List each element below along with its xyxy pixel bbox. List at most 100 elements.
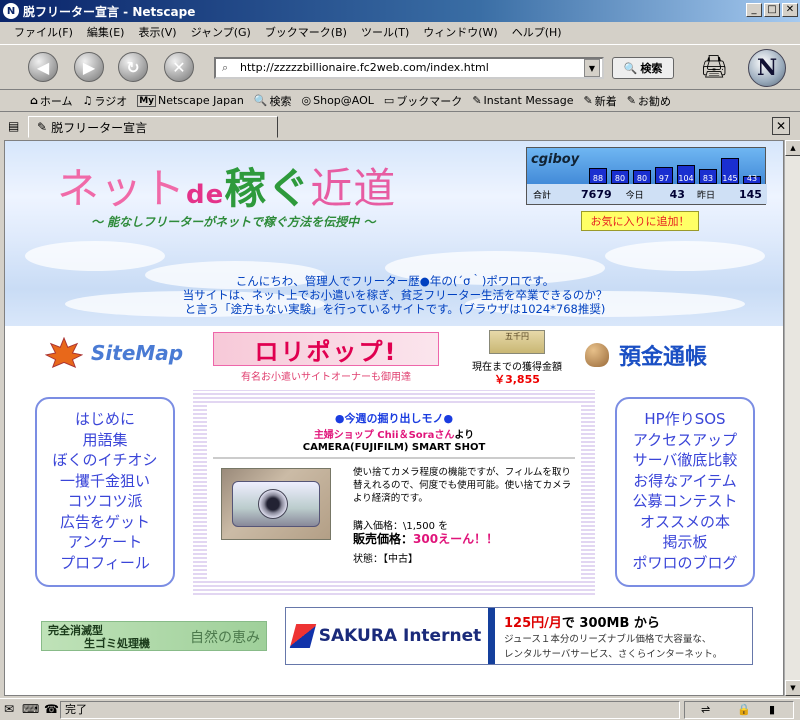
bookmark-folder[interactable]: ▭ ブックマーク: [384, 93, 462, 109]
stop-button[interactable]: ✕: [164, 52, 194, 82]
close-button[interactable]: ✕: [782, 3, 798, 17]
magnifier-icon: 🔍: [623, 61, 638, 75]
shop-aol-bookmark[interactable]: ◎ Shop@AOL: [302, 94, 374, 107]
counter-bar-label: 83: [702, 174, 714, 183]
feature-shop: 主婦ショップ Chii＆Soraさんより: [313, 430, 475, 441]
my-icon: My: [137, 94, 157, 107]
new-arrivals-bookmark[interactable]: ✎ 新着: [584, 93, 617, 109]
right-navigation: HP作りSOS アクセスアップ サーバ徹底比較 お得なアイテム 公募コンテスト …: [615, 397, 755, 587]
nav-contests[interactable]: 公募コンテスト: [617, 491, 753, 512]
garbage-disposer-banner[interactable]: 完全消滅型 生ゴミ処理機 自然の恵み: [41, 621, 267, 651]
money-bag-icon: [585, 343, 609, 367]
print-icon[interactable]: 🖨: [700, 55, 728, 80]
url-dropdown-button[interactable]: ▼: [584, 59, 600, 77]
tab-current[interactable]: ✎ 脱フリーター宣言: [28, 116, 278, 138]
minimize-button[interactable]: _: [746, 3, 762, 17]
counter-total: 7679: [581, 187, 612, 201]
lollipop-banner[interactable]: ロリポップ!: [213, 332, 439, 366]
netscape-logo-icon: N: [3, 3, 19, 19]
nav-ads[interactable]: 広告をゲット: [37, 512, 173, 533]
site-header: ネットde稼ぐ近道 ～ 能なしフリーターがネットで稼ぐ方法を伝授中 ～ cgib…: [5, 141, 783, 326]
window-title: 脱フリーター宣言 - Netscape: [23, 4, 196, 19]
banknote-icon: 五千円: [489, 330, 545, 354]
menu-bar: ファイル(F) 編集(E) 表示(V) ジャンプ(G) ブックマーク(B) ツー…: [0, 22, 800, 42]
feature-sale-price: 販売価格：300えーん！！: [353, 532, 499, 546]
connection-icon: ⇌: [701, 703, 711, 716]
sakura-internet-banner[interactable]: SAKURA Internet 125円/月で 300MB から ジュース１本分…: [285, 607, 753, 665]
menu-edit[interactable]: 編集(E): [87, 24, 125, 40]
site-logo[interactable]: ネットde稼ぐ近道: [57, 155, 396, 216]
status-bar: ✉ ⌨ ☎ 完了 ⇌ 🔒 ▮: [0, 698, 800, 720]
nav-glossary[interactable]: 用語集: [37, 430, 173, 451]
aol-icon: ◎: [301, 94, 312, 107]
bankbook-link[interactable]: 預金通帳: [585, 339, 707, 371]
scroll-down-button[interactable]: ▼: [785, 680, 800, 696]
nav-survey[interactable]: アンケート: [37, 532, 173, 553]
mail-icon[interactable]: ✉: [4, 702, 14, 716]
address-book-icon[interactable]: ☎: [44, 702, 59, 716]
recommend-bookmark[interactable]: ✎ お勧め: [627, 93, 671, 109]
sitemap-link[interactable]: SiteMap: [45, 337, 183, 369]
menu-go[interactable]: ジャンプ(G): [191, 24, 251, 40]
bookmark-icon: ✎: [626, 94, 636, 107]
counter-bar-label: 43: [746, 174, 758, 183]
status-text: 完了: [65, 703, 87, 716]
intro-text: こんにちわ、管理人でフリーター歴●年の(´σ｀)ポワロです。 当サイトは、ネット…: [182, 274, 608, 316]
shop-link[interactable]: Chii＆Soraさん: [377, 430, 454, 441]
counter-brand: cgiboy: [531, 152, 580, 167]
nav-my-pick[interactable]: ぼくのイチオシ: [37, 450, 173, 471]
nav-blog[interactable]: ポワロのブログ: [617, 553, 753, 574]
home-icon: ⌂: [30, 94, 38, 107]
reload-button[interactable]: ↻: [118, 52, 148, 82]
composer-icon[interactable]: ⌨: [22, 702, 39, 716]
camera-photo[interactable]: [221, 468, 331, 540]
search-icon: 🔍: [253, 94, 268, 107]
access-counter[interactable]: cgiboy 合計 7679 今日 43 昨日 145 88 80 80 97 104 8…: [526, 147, 767, 205]
nav-hp-sos[interactable]: HP作りSOS: [617, 409, 753, 430]
menu-window[interactable]: ウィンドウ(W): [423, 24, 497, 40]
netscape-throbber-icon[interactable]: N: [748, 49, 786, 87]
sakura-logo-icon: [289, 624, 316, 648]
netscape-japan-bookmark[interactable]: My Netscape Japan: [137, 94, 244, 107]
title-bar: N 脱フリーター宣言 - Netscape _ □ ✕: [0, 0, 800, 22]
folder-icon: ▭: [383, 94, 395, 107]
nav-jackpot[interactable]: 一攫千金狙い: [37, 471, 173, 492]
scroll-up-button[interactable]: ▲: [785, 140, 800, 156]
nav-access-up[interactable]: アクセスアップ: [617, 430, 753, 451]
home-bookmark[interactable]: ⌂ ホーム: [30, 93, 73, 109]
nav-intro[interactable]: はじめに: [37, 409, 173, 430]
counter-bar-label: 80: [614, 174, 626, 183]
nav-server-compare[interactable]: サーバ徹底比較: [617, 450, 753, 471]
search-button[interactable]: 🔍 検索: [612, 57, 674, 79]
feature-title: ●今週の掘り出しモノ●: [334, 412, 454, 425]
nav-bbs[interactable]: 掲示板: [617, 532, 753, 553]
counter-bar-label: 97: [658, 174, 670, 183]
navigation-toolbar: ◀ ▶ ↻ ✕ ⌕ http://zzzzzbillionaire.fc2web…: [0, 44, 800, 90]
add-favorite-button[interactable]: お気に入りに追加！: [581, 211, 699, 231]
close-tab-button[interactable]: ✕: [772, 117, 790, 135]
lollipop-caption[interactable]: 有名お小遣いサイトオーナーも御用達: [213, 368, 439, 383]
url-input[interactable]: ⌕ http://zzzzzbillionaire.fc2web.com/ind…: [214, 57, 604, 79]
radio-bookmark[interactable]: ♫ ラジオ: [83, 93, 128, 109]
maximize-button[interactable]: □: [764, 3, 780, 17]
search-bookmark[interactable]: 🔍 検索: [254, 93, 292, 109]
forward-button[interactable]: ▶: [74, 52, 104, 82]
maple-leaf-icon: [45, 337, 83, 368]
vertical-scrollbar[interactable]: ▲ ▼: [784, 140, 800, 696]
menu-view[interactable]: 表示(V): [138, 24, 176, 40]
nav-steady[interactable]: コツコツ派: [37, 491, 173, 512]
menu-help[interactable]: ヘルプ(H): [512, 24, 562, 40]
bookmark-icon: ✎: [472, 94, 482, 107]
back-button[interactable]: ◀: [28, 52, 58, 82]
instant-message-bookmark[interactable]: ✎ Instant Message: [472, 94, 573, 107]
menu-bookmarks[interactable]: ブックマーク(B): [265, 24, 347, 40]
nav-books[interactable]: オススメの本: [617, 512, 753, 533]
progress-icon: ▮: [769, 703, 776, 716]
menu-tools[interactable]: ツール(T): [361, 24, 409, 40]
tab-list-icon[interactable]: ▤: [8, 119, 19, 133]
nav-profile[interactable]: プロフィール: [37, 553, 173, 574]
nav-items[interactable]: お得なアイテム: [617, 471, 753, 492]
counter-bar-label: 80: [636, 174, 648, 183]
menu-file[interactable]: ファイル(F): [14, 24, 73, 40]
personal-toolbar: ⌂ ホーム ♫ ラジオ My Netscape Japan 🔍 検索 ◎ Shop@AOL…: [0, 90, 800, 112]
